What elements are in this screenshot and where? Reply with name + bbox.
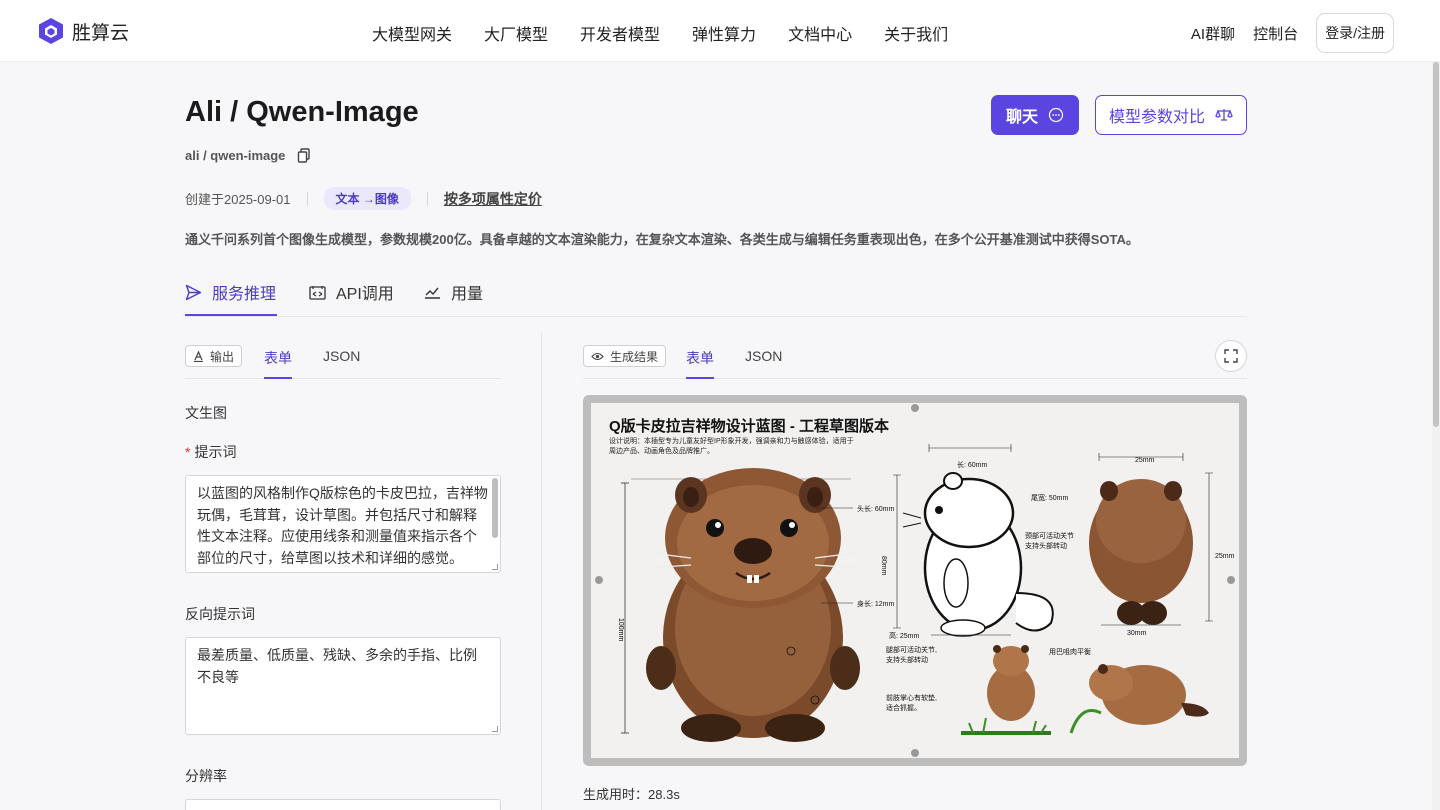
- main-nav: 大模型网关 大厂模型 开发者模型 弹性算力 文档中心 关于我们: [372, 21, 948, 45]
- annotation-tail: 尾宽: 50mm: [1031, 495, 1069, 502]
- tab-usage-label: 用量: [451, 286, 484, 303]
- input-tab-json[interactable]: JSON: [323, 348, 360, 364]
- svg-text:100mm: 100mm: [617, 618, 624, 642]
- annotation-side-height: 80mm: [880, 556, 887, 576]
- tab-inference-label: 服务推理: [212, 286, 277, 303]
- cube-logo-icon: [39, 18, 63, 44]
- header-actions: AI群聊 控制台 登录/注册: [1191, 13, 1394, 53]
- tab-api[interactable]: API调用: [309, 280, 394, 304]
- prompt-label-text: 提示词: [194, 444, 237, 460]
- fullscreen-icon: [1224, 349, 1238, 363]
- mode-label: 文生图: [185, 405, 227, 421]
- tab-usage[interactable]: 用量: [424, 280, 483, 304]
- meta-divider: [426, 191, 428, 206]
- created-date: 创建于2025-09-01: [185, 192, 291, 207]
- model-description: 通义千问系列首个图像生成模型，参数规模200亿。具备卓越的文本渲染能力，在复杂文…: [185, 232, 1139, 247]
- meta-divider: [306, 191, 308, 206]
- annotation-limb-joint: 腿部可活动关节, 支持头部转动: [886, 647, 937, 664]
- tab-inference[interactable]: 服务推理: [185, 280, 276, 304]
- output-tab-form[interactable]: 表单: [686, 348, 714, 368]
- chat-button-label: 聊天: [1005, 109, 1038, 126]
- generation-time-label: 生成用时：: [583, 787, 649, 802]
- model-title: Ali / Qwen-Image: [185, 96, 419, 128]
- generated-image[interactable]: Q版卡皮拉吉祥物设计蓝图 - 工程草图版本 设计说明：本插型专为儿童友好型IP形…: [583, 395, 1247, 766]
- generation-time: 生成用时：28.3s: [583, 784, 680, 803]
- negative-prompt-label: 反向提示词: [185, 606, 255, 622]
- line-chart-icon: [425, 287, 440, 299]
- modality-tag: 文本 →图像: [323, 187, 411, 210]
- prompt-textarea[interactable]: 以蓝图的风格制作Q版棕色的卡皮巴拉，吉祥物玩偶，毛茸茸，设计草图。并包括尺寸和解…: [185, 475, 501, 573]
- prompt-text: 以蓝图的风格制作Q版棕色的卡皮巴拉，吉祥物玩偶，毛茸茸，设计草图。并包括尺寸和解…: [197, 485, 488, 566]
- console-link[interactable]: 控制台: [1253, 23, 1298, 44]
- generation-time-value: 28.3s: [648, 787, 680, 802]
- api-icon: [309, 285, 326, 300]
- chat-bubble-icon: [1048, 107, 1064, 123]
- negative-prompt-text: 最差质量、低质量、残缺、多余的手指、比例不良等: [197, 647, 477, 685]
- nav-item-developer-models[interactable]: 开发者模型: [580, 21, 660, 45]
- copy-icon[interactable]: [297, 148, 311, 163]
- annotation-head: 头长: 60mm: [857, 506, 895, 513]
- brand-logo[interactable]: 胜算云: [38, 17, 129, 45]
- annotation-tail-note: 用巴咀肉平衡: [1049, 649, 1091, 656]
- prompt-scrollbar[interactable]: [492, 478, 498, 538]
- pricing-link[interactable]: 按多项属性定价: [444, 189, 542, 209]
- model-meta-row: 创建于2025-09-01 文本 →图像 按多项属性定价: [185, 187, 542, 210]
- scale-icon: [1215, 109, 1233, 121]
- resize-handle[interactable]: [492, 726, 498, 732]
- text-format-icon: [194, 350, 203, 362]
- result-pill-label: 生成结果: [610, 349, 659, 364]
- annotation-joint: 颈部可活动关节 支持头部转动: [1025, 533, 1074, 550]
- model-slug: ali / qwen-image: [185, 148, 286, 163]
- nav-item-about[interactable]: 关于我们: [884, 21, 948, 45]
- resolution-select[interactable]: [185, 799, 501, 810]
- output-tab-json[interactable]: JSON: [745, 348, 782, 364]
- group-chat-link[interactable]: AI群聊: [1191, 23, 1235, 44]
- annotation-paw: 前肢掌心有软垫, 适合抓握。: [886, 695, 937, 712]
- input-subtab-indicator: [264, 377, 292, 379]
- annotation-height-bottom: 高: 25mm: [889, 633, 920, 640]
- resize-handle[interactable]: [492, 564, 498, 570]
- annotation-body: 身长: 12mm: [857, 601, 895, 608]
- tab-api-label: API调用: [336, 286, 394, 303]
- nav-item-major-models[interactable]: 大厂模型: [484, 21, 548, 45]
- model-slug-row: ali / qwen-image: [185, 148, 311, 163]
- annotation-back-bottom: 30mm: [1127, 630, 1147, 637]
- brand-name: 胜算云: [72, 22, 130, 44]
- output-subtab-indicator: [686, 377, 714, 379]
- annotation-length: 长: 60mm: [957, 462, 988, 469]
- active-tab-indicator: [185, 314, 277, 316]
- required-marker: *: [185, 444, 191, 460]
- prompt-label: * 提示词: [185, 442, 236, 462]
- output-subtabs: 生成结果 表单 JSON: [583, 345, 1247, 379]
- chat-button[interactable]: 聊天: [991, 95, 1079, 135]
- blueprint-image: Q版卡皮拉吉祥物设计蓝图 - 工程草图版本 设计说明：本插型专为儿童友好型IP形…: [591, 403, 1239, 758]
- eye-icon: [591, 352, 604, 360]
- login-button[interactable]: 登录/注册: [1316, 13, 1394, 53]
- input-tab-form[interactable]: 表单: [264, 348, 292, 368]
- result-pill[interactable]: 生成结果: [583, 345, 667, 367]
- resolution-label: 分辨率: [185, 768, 227, 784]
- output-pill-label: 输出: [210, 349, 235, 364]
- compare-params-button[interactable]: 模型参数对比: [1095, 95, 1247, 135]
- nav-item-elastic-compute[interactable]: 弹性算力: [692, 21, 756, 45]
- main-tabs: 服务推理 API调用 用量: [185, 262, 1247, 317]
- negative-prompt-textarea[interactable]: 最差质量、低质量、残缺、多余的手指、比例不良等: [185, 637, 501, 735]
- page-scrollbar[interactable]: [1432, 62, 1440, 810]
- page-scrollbar-thumb[interactable]: [1433, 62, 1439, 427]
- panel-divider: [541, 333, 542, 810]
- top-header: 胜算云 大模型网关 大厂模型 开发者模型 弹性算力 文档中心 关于我们 AI群聊…: [0, 0, 1440, 62]
- annotation-back-width: 25mm: [1135, 457, 1155, 464]
- input-subtabs: 输出 表单 JSON: [185, 345, 501, 379]
- send-icon: [185, 284, 202, 300]
- nav-item-gateway[interactable]: 大模型网关: [372, 21, 452, 45]
- annotation-back-height: 25mm: [1215, 553, 1235, 560]
- output-pill[interactable]: 输出: [185, 345, 243, 367]
- compare-params-label: 模型参数对比: [1108, 109, 1205, 126]
- nav-item-docs[interactable]: 文档中心: [788, 21, 852, 45]
- fullscreen-button[interactable]: [1215, 340, 1247, 372]
